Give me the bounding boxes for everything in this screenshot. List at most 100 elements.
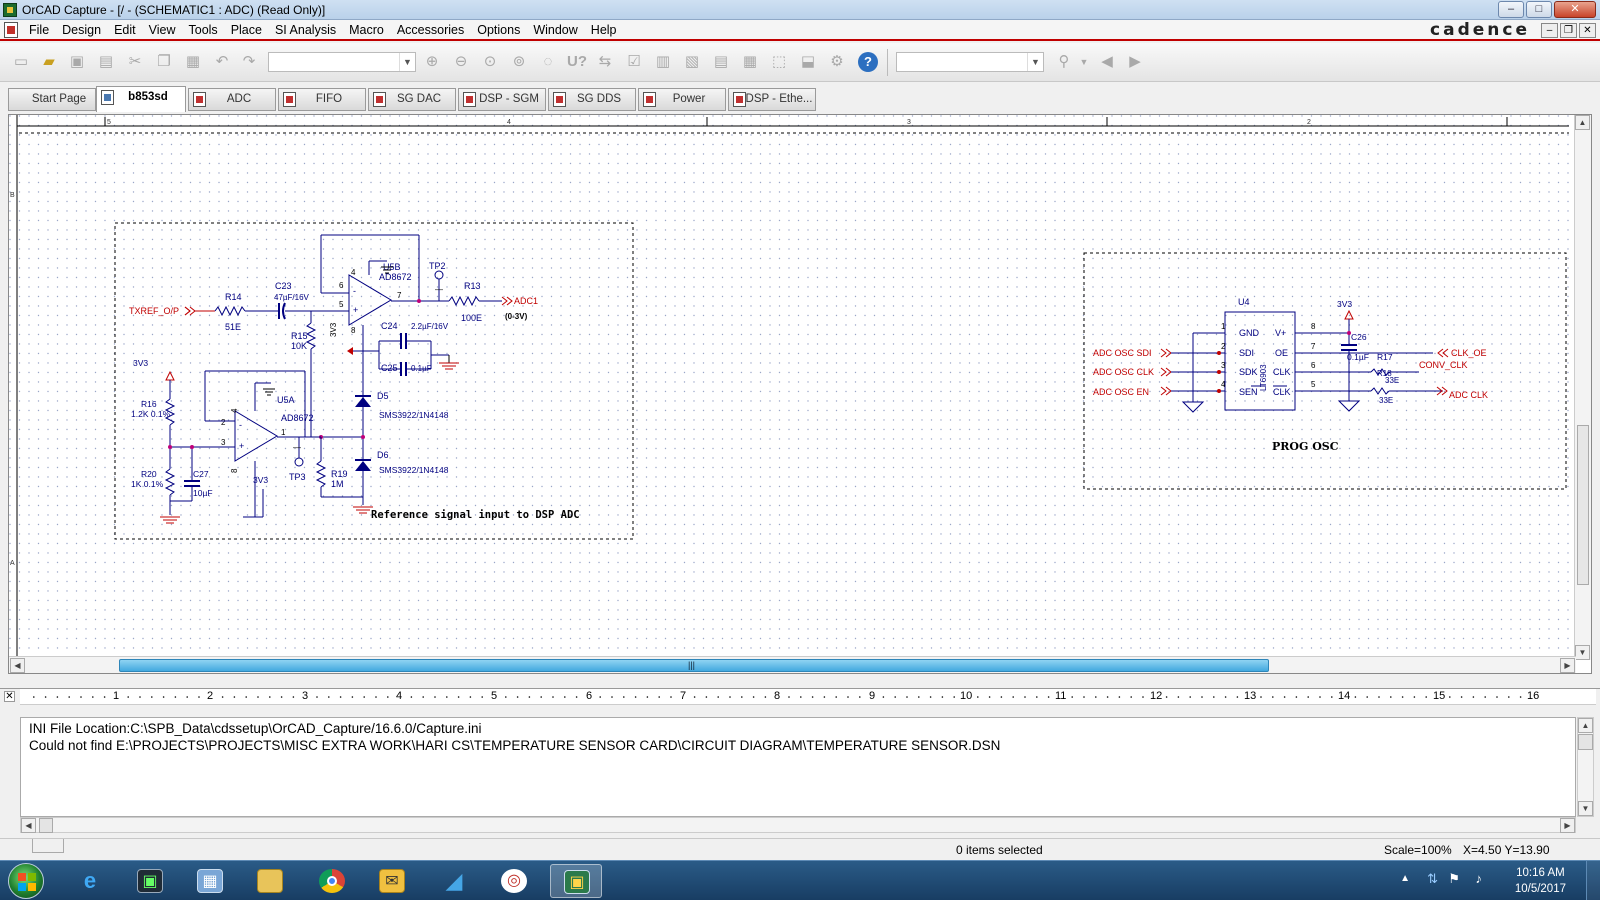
taskbar-control-panel[interactable]: ▦ <box>184 864 236 898</box>
menu-accessories[interactable]: Accessories <box>392 23 472 37</box>
menu-si-analysis[interactable]: SI Analysis <box>270 23 344 37</box>
tab-fifo[interactable]: FIFO <box>278 88 366 111</box>
menu-design[interactable]: Design <box>57 23 109 37</box>
zoom-area-icon[interactable]: ⊙ <box>481 53 499 71</box>
schematic-canvas[interactable]: 5 4 3 2 B A TXREF_O/P R14 51E C23 47µF/1… <box>9 115 1575 658</box>
net-conv-clk[interactable]: CONV_CLK <box>1419 360 1468 370</box>
minimize-button[interactable]: – <box>1498 1 1524 18</box>
show-desktop-button[interactable] <box>1586 861 1600 900</box>
undo-icon[interactable]: ↶ <box>213 53 231 71</box>
copy-icon[interactable]: ❐ <box>155 53 173 71</box>
taskbar-orcad-capture[interactable]: ▣ <box>550 864 602 898</box>
tab-b853sd[interactable]: b853sd <box>96 86 186 112</box>
maximize-button[interactable]: □ <box>1526 1 1552 18</box>
scroll-down-icon[interactable]: ▼ <box>1575 645 1590 660</box>
close-button[interactable]: ✕ <box>1554 1 1596 18</box>
net-adc-clk[interactable]: ADC CLK <box>1449 390 1488 400</box>
scroll-thumb[interactable]: ||| <box>119 659 1269 672</box>
prev-icon[interactable]: ◀ <box>1098 53 1116 71</box>
menu-file[interactable]: File <box>24 23 57 37</box>
netlist-icon[interactable]: ▥ <box>654 53 672 71</box>
net-adc-osc-sdi[interactable]: ADC OSC SDI <box>1093 348 1152 358</box>
save-icon[interactable]: ▣ <box>68 53 86 71</box>
cut-icon[interactable]: ✂ <box>126 53 144 71</box>
tab-start-page[interactable]: Start Page <box>8 88 96 111</box>
part-combo[interactable]: ▼ <box>268 52 416 72</box>
net-clk-oe[interactable]: CLK_OE <box>1451 348 1487 358</box>
log-horizontal-scrollbar[interactable]: ◀ ▶ <box>20 817 1576 833</box>
open-icon[interactable]: ▰ <box>40 53 58 71</box>
session-log-text[interactable]: INI File Location:C:\SPB_Data\cdssetup\O… <box>20 717 1576 817</box>
taskbar-terminal-monitor[interactable]: ▣ <box>124 864 176 898</box>
scroll-down-icon[interactable]: ▼ <box>1578 801 1593 816</box>
tab-sg-dds[interactable]: SG DDS <box>548 88 636 111</box>
menu-help[interactable]: Help <box>586 23 625 37</box>
find-combo[interactable]: ▼ <box>896 52 1044 72</box>
drag-connected-icon[interactable]: ⬓ <box>799 53 817 71</box>
next-icon[interactable]: ▶ <box>1126 53 1144 71</box>
tab-sg-dac[interactable]: SG DAC <box>368 88 456 111</box>
menu-macro[interactable]: Macro <box>344 23 392 37</box>
bom-icon[interactable]: ▤ <box>712 53 730 71</box>
project-manager-icon[interactable]: ⚙ <box>828 53 846 71</box>
scroll-right-icon[interactable]: ▶ <box>1560 818 1575 833</box>
print-icon[interactable]: ▤ <box>97 53 115 71</box>
menu-edit[interactable]: Edit <box>109 23 144 37</box>
menu-window[interactable]: Window <box>528 23 585 37</box>
chevron-down-icon[interactable]: ▼ <box>399 53 415 71</box>
orcad-app-icon[interactable] <box>3 2 17 17</box>
taskbar-fingerprint-app[interactable]: ◎ <box>488 864 540 898</box>
close-icon[interactable]: ✕ <box>4 691 15 702</box>
document-icon[interactable] <box>4 21 18 38</box>
scroll-up-icon[interactable]: ▲ <box>1575 115 1590 130</box>
paste-icon[interactable]: ▦ <box>184 53 202 71</box>
select-icon[interactable]: ◌ <box>539 53 557 71</box>
menu-options[interactable]: Options <box>472 23 528 37</box>
action-center-icon[interactable]: ⚑ <box>1448 871 1460 887</box>
start-button[interactable] <box>8 863 44 899</box>
taskbar-shark-app[interactable]: ◢ <box>428 864 480 898</box>
mdi-minimize-button[interactable]: – <box>1541 23 1558 38</box>
scroll-right-icon[interactable]: ▶ <box>1560 658 1575 673</box>
find-icon[interactable]: ⚲ <box>1055 53 1073 71</box>
redo-icon[interactable]: ↷ <box>240 53 258 71</box>
volume-icon[interactable]: ♪ <box>1476 871 1483 886</box>
tab-dsp-ethernet[interactable]: DSP - Ethe... <box>728 88 816 111</box>
mdi-close-button[interactable]: ✕ <box>1579 23 1596 38</box>
taskbar-outlook[interactable]: ✉ <box>366 864 418 898</box>
taskbar-internet-explorer[interactable]: e <box>64 864 116 898</box>
tab-adc[interactable]: ADC <box>188 88 276 111</box>
menu-view[interactable]: View <box>144 23 184 37</box>
net-adc-osc-clk[interactable]: ADC OSC CLK <box>1093 367 1154 377</box>
area-select-icon[interactable]: ⬚ <box>770 53 788 71</box>
clock[interactable]: 10:16 AM 10/5/2017 <box>1515 865 1566 897</box>
zoom-in-icon[interactable]: ⊕ <box>423 53 441 71</box>
back-annotate-icon[interactable]: ⇆ <box>596 53 614 71</box>
net-adc1[interactable]: ADC1 <box>514 296 538 306</box>
help-icon[interactable]: ? <box>858 52 878 72</box>
zoom-out-icon[interactable]: ⊖ <box>452 53 470 71</box>
scroll-left-icon[interactable]: ◀ <box>10 658 25 673</box>
annotate-icon[interactable]: U? <box>567 53 587 71</box>
scroll-left-icon[interactable]: ◀ <box>21 818 36 833</box>
mdi-restore-button[interactable]: ❐ <box>1560 23 1577 38</box>
scroll-thumb[interactable] <box>1578 734 1593 750</box>
net-txref[interactable]: TXREF_O/P <box>129 306 179 316</box>
tab-dsp-sgm[interactable]: DSP - SGM <box>458 88 546 111</box>
crossref-icon[interactable]: ▧ <box>683 53 701 71</box>
scroll-up-icon[interactable]: ▲ <box>1578 718 1593 733</box>
taskbar-chrome[interactable] <box>306 864 358 898</box>
log-vertical-scrollbar[interactable]: ▲ ▼ <box>1577 717 1594 817</box>
new-icon[interactable]: ▭ <box>12 53 30 71</box>
snap-grid-icon[interactable]: ▦ <box>741 53 759 71</box>
chevron-down-icon[interactable]: ▼ <box>1075 53 1093 71</box>
schematic-vertical-scrollbar[interactable]: ▲ ▼ <box>1574 115 1591 660</box>
menu-place[interactable]: Place <box>226 23 270 37</box>
menu-tools[interactable]: Tools <box>184 23 226 37</box>
schematic-window[interactable]: 5 4 3 2 B A TXREF_O/P R14 51E C23 47µF/1… <box>8 114 1592 674</box>
taskbar-file-explorer[interactable] <box>244 864 296 898</box>
net-adc-osc-en[interactable]: ADC OSC EN <box>1093 387 1149 397</box>
network-status-icon[interactable]: ⇅ <box>1427 871 1438 887</box>
scroll-thumb[interactable] <box>1577 425 1589 585</box>
schematic-horizontal-scrollbar[interactable]: ◀ ||| ▶ <box>9 656 1576 673</box>
